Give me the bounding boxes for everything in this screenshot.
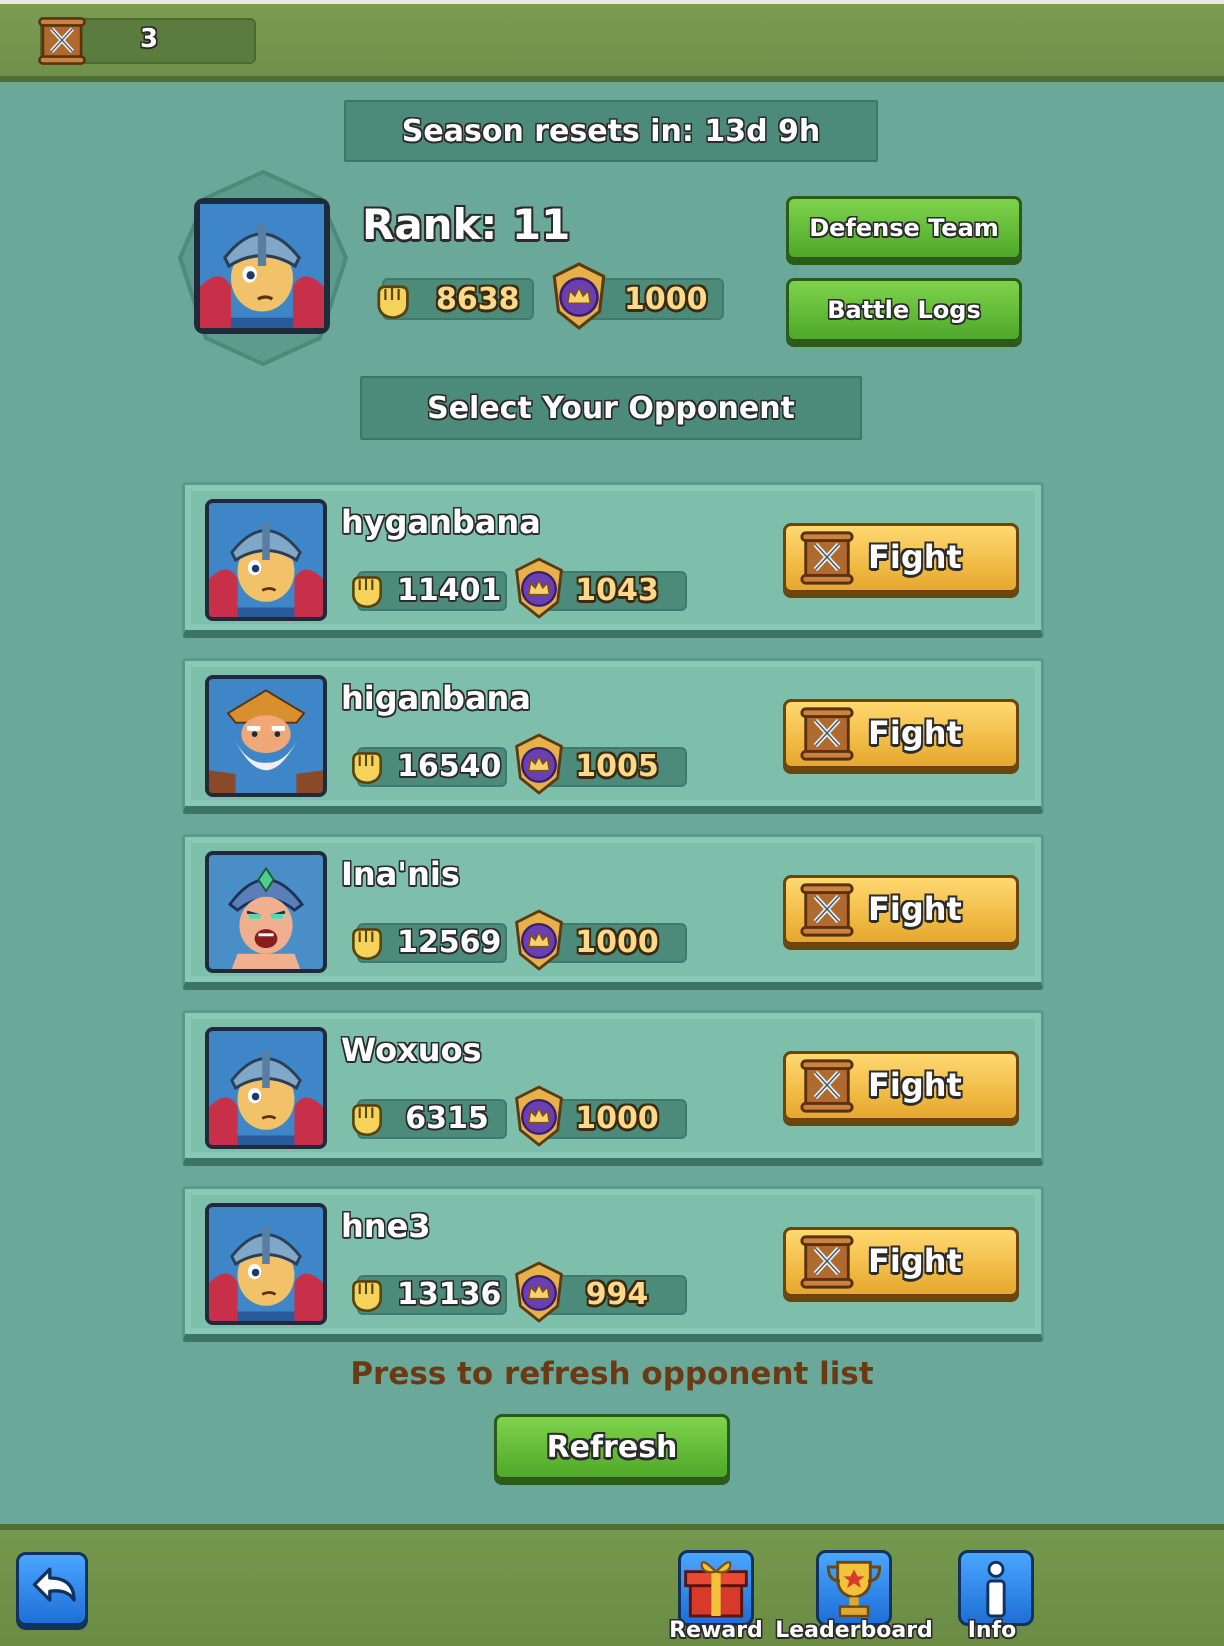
fist-icon <box>370 278 414 322</box>
fight-button[interactable]: Fight <box>783 1051 1019 1121</box>
gift-icon <box>681 1553 751 1623</box>
fight-button[interactable]: Fight <box>783 523 1019 593</box>
opponent-row: Ina'nis 12569 1000 Fight <box>182 834 1044 990</box>
opponent-list[interactable]: hyganbana 11401 1043 Fight higanbana 165… <box>164 476 1044 1342</box>
defense-team-button[interactable]: Defense Team <box>786 196 1022 260</box>
opponent-avatar[interactable] <box>205 1203 327 1325</box>
back-arrow-icon <box>19 1555 85 1623</box>
crossed-swords-scroll-icon <box>798 1232 856 1292</box>
opponent-avatar[interactable] <box>205 675 327 797</box>
player-avatar-frame <box>177 169 349 367</box>
opponent-name: higanbana <box>341 679 531 717</box>
crown-shield-icon <box>511 733 567 795</box>
opponent-name: hyganbana <box>341 503 541 541</box>
opponent-avatar[interactable] <box>205 499 327 621</box>
reward-button[interactable] <box>678 1550 754 1626</box>
crown-shield-icon <box>511 1261 567 1323</box>
opponent-row: hne3 13136 994 Fight <box>182 1186 1044 1342</box>
opponent-name: Ina'nis <box>341 855 460 893</box>
info-label: Info <box>967 1618 1017 1643</box>
fight-button-label: Fight <box>868 538 962 576</box>
fist-icon <box>345 745 387 787</box>
crossed-swords-scroll-icon <box>798 1056 856 1116</box>
opponent-trophies: 994 <box>585 1277 649 1312</box>
opponent-row: higanbana 16540 1005 Fight <box>182 658 1044 814</box>
top-bar: 3 <box>0 0 1224 82</box>
fight-button-label: Fight <box>868 1242 962 1280</box>
crossed-swords-scroll-icon <box>798 528 856 588</box>
select-opponent-title: Select Your Opponent <box>360 376 862 440</box>
battle-logs-button[interactable]: Battle Logs <box>786 278 1022 342</box>
crossed-swords-scroll-icon <box>36 14 88 68</box>
opponent-power: 11401 <box>397 573 502 608</box>
player-rank: Rank: 11 <box>362 200 571 249</box>
crown-shield-icon <box>511 909 567 971</box>
fight-button[interactable]: Fight <box>783 699 1019 769</box>
opponent-trophies: 1000 <box>575 925 659 960</box>
refresh-hint: Press to refresh opponent list <box>350 1356 874 1392</box>
crown-shield-icon <box>511 557 567 619</box>
back-button[interactable] <box>16 1552 88 1626</box>
fist-icon <box>345 921 387 963</box>
refresh-button[interactable]: Refresh <box>494 1414 730 1480</box>
player-avatar[interactable] <box>170 168 356 368</box>
fight-button[interactable]: Fight <box>783 875 1019 945</box>
opponent-trophies: 1000 <box>575 1101 659 1136</box>
opponent-trophies: 1043 <box>575 573 659 608</box>
bottom-nav-bar: Reward Leaderboard Info <box>0 1524 1224 1646</box>
info-icon <box>961 1553 1031 1623</box>
fist-icon <box>345 1097 387 1139</box>
info-button[interactable] <box>958 1550 1034 1626</box>
opponent-row: hyganbana 11401 1043 Fight <box>182 482 1044 638</box>
fight-button-label: Fight <box>868 714 962 752</box>
opponent-name: Woxuos <box>341 1031 482 1069</box>
fight-button-label: Fight <box>868 890 962 928</box>
player-trophies: 1000 <box>624 282 708 317</box>
fight-button[interactable]: Fight <box>783 1227 1019 1297</box>
opponent-power: 6315 <box>405 1101 489 1136</box>
crossed-swords-scroll-icon <box>798 880 856 940</box>
opponent-avatar[interactable] <box>205 1027 327 1149</box>
opponent-avatar[interactable] <box>205 851 327 973</box>
leaderboard-button[interactable] <box>816 1550 892 1626</box>
opponent-row: Woxuos 6315 1000 Fight <box>182 1010 1044 1166</box>
reward-label: Reward <box>669 1618 763 1643</box>
opponent-power: 13136 <box>397 1277 502 1312</box>
trophy-icon <box>819 1553 889 1623</box>
crown-shield-icon <box>548 262 610 330</box>
opponent-power: 12569 <box>397 925 502 960</box>
fight-button-label: Fight <box>868 1066 962 1104</box>
leaderboard-label: Leaderboard <box>775 1618 933 1643</box>
fist-icon <box>345 569 387 611</box>
opponent-power: 16540 <box>397 749 502 784</box>
season-reset-banner: Season resets in: 13d 9h <box>344 100 878 162</box>
opponent-name: hne3 <box>341 1207 431 1245</box>
crossed-swords-scroll-icon <box>798 704 856 764</box>
player-power: 8638 <box>436 282 520 317</box>
fist-icon <box>345 1273 387 1315</box>
crown-shield-icon <box>511 1085 567 1147</box>
opponent-trophies: 1005 <box>575 749 659 784</box>
ticket-count: 3 <box>140 24 159 54</box>
